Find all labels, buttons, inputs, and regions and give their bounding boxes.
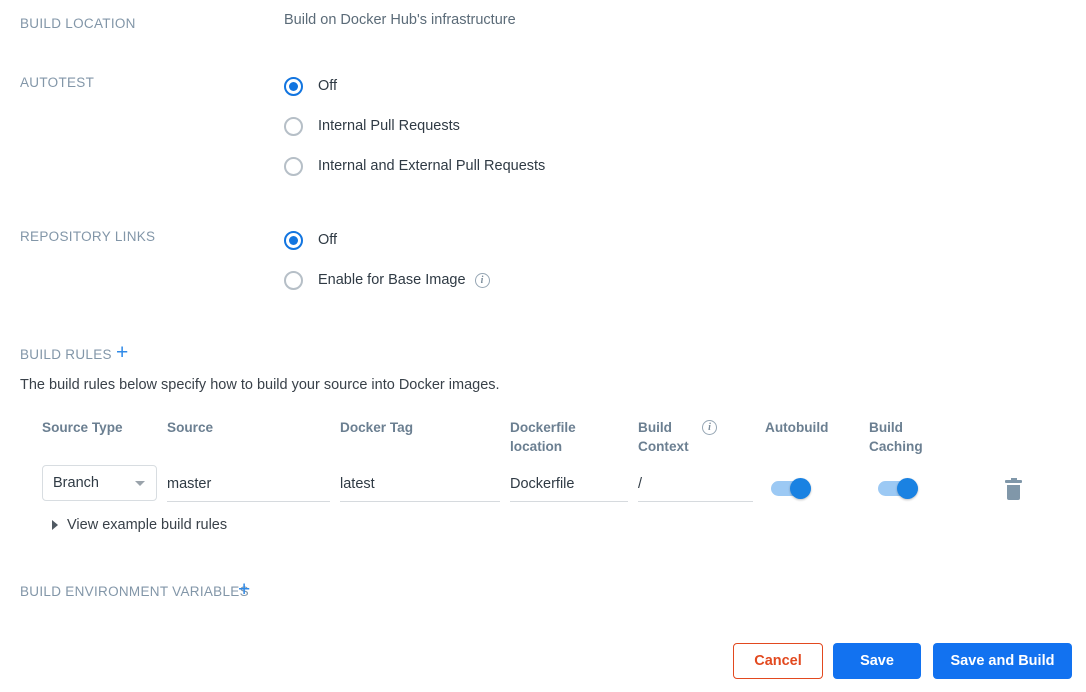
column-header-build-caching: Build Caching <box>869 420 923 454</box>
toggle-knob <box>897 478 918 499</box>
repository-links-option-label-wrap: Enable for Base Image i <box>318 272 490 288</box>
autobuild-toggle-wrap <box>771 478 811 499</box>
build-rules-label: BUILD RULES <box>20 347 112 362</box>
autotest-option-off[interactable]: Off <box>284 66 545 106</box>
save-and-build-button[interactable]: Save and Build <box>933 643 1072 679</box>
column-header-build-context: Build Context <box>638 420 689 454</box>
radio-icon[interactable] <box>284 270 303 290</box>
source-type-select[interactable]: Branch <box>42 465 157 501</box>
build-environment-variables-label: BUILD ENVIRONMENT VARIABLES <box>20 584 249 599</box>
source-field-wrap <box>167 473 330 502</box>
chevron-down-icon <box>135 481 145 486</box>
docker-tag-input[interactable] <box>340 473 500 502</box>
build-location-value-wrap: Build on Docker Hub's infrastructure <box>284 11 516 29</box>
add-build-environment-variable-button[interactable]: + <box>238 579 250 600</box>
build-caching-toggle[interactable] <box>878 478 918 499</box>
build-rules-description: The build rules below specify how to bui… <box>20 377 500 393</box>
docker-tag-field-wrap <box>340 473 500 502</box>
dockerfile-location-field-wrap <box>510 473 628 502</box>
radio-icon[interactable] <box>284 116 303 136</box>
repository-links-option-label: Enable for Base Image <box>318 272 466 288</box>
column-header-source-type: Source Type <box>42 420 123 435</box>
repository-links-option-off[interactable]: Off <box>284 220 490 260</box>
view-example-build-rules-label: View example build rules <box>67 517 228 533</box>
autobuild-toggle[interactable] <box>771 478 811 499</box>
source-type-select-box[interactable]: Branch <box>42 465 157 501</box>
view-example-build-rules-toggle[interactable]: View example build rules <box>52 517 227 533</box>
build-context-input[interactable] <box>638 473 753 502</box>
add-build-rule-button[interactable]: + <box>116 342 128 363</box>
radio-icon[interactable] <box>284 156 303 176</box>
autotest-label: AUTOTEST <box>20 75 95 90</box>
radio-icon[interactable] <box>284 76 303 96</box>
repository-links-option-enable-for-base-image[interactable]: Enable for Base Image i <box>284 260 490 300</box>
column-header-autobuild: Autobuild <box>765 420 829 435</box>
source-input[interactable] <box>167 473 330 502</box>
repository-links-options: Off Enable for Base Image i <box>284 220 490 300</box>
radio-icon[interactable] <box>284 230 303 250</box>
autotest-option-internal-and-external-pull-requests[interactable]: Internal and External Pull Requests <box>284 146 545 186</box>
repository-links-option-label: Off <box>318 232 338 248</box>
autotest-option-label: Internal and External Pull Requests <box>318 158 546 174</box>
column-header-source: Source <box>167 420 214 435</box>
build-location-label: BUILD LOCATION <box>20 16 136 31</box>
chevron-right-icon <box>52 520 58 530</box>
cancel-button[interactable]: Cancel <box>733 643 823 679</box>
build-caching-toggle-wrap <box>878 478 918 499</box>
source-type-value: Branch <box>53 475 99 491</box>
info-icon[interactable]: i <box>474 272 490 288</box>
trash-body <box>1007 485 1020 500</box>
autotest-option-internal-pull-requests[interactable]: Internal Pull Requests <box>284 106 545 146</box>
column-header-docker-tag: Docker Tag <box>340 420 414 435</box>
save-button[interactable]: Save <box>833 643 921 679</box>
autotest-option-label: Off <box>318 78 338 94</box>
repository-links-label: REPOSITORY LINKS <box>20 229 156 244</box>
column-header-dockerfile-location: Dockerfile location <box>510 420 576 454</box>
build-context-field-wrap <box>638 473 753 502</box>
autotest-options: Off Internal Pull Requests Internal and … <box>284 66 545 186</box>
build-location-value: Build on Docker Hub's infrastructure <box>284 12 516 28</box>
build-context-info-icon[interactable]: i <box>702 420 717 435</box>
delete-rule-button[interactable] <box>1005 478 1022 500</box>
autotest-option-label: Internal Pull Requests <box>318 118 460 134</box>
footer-actions: Cancel Save Save and Build <box>0 643 1086 681</box>
toggle-knob <box>790 478 811 499</box>
trash-icon[interactable] <box>1005 478 1022 500</box>
dockerfile-location-input[interactable] <box>510 473 628 502</box>
trash-lid <box>1005 480 1022 483</box>
